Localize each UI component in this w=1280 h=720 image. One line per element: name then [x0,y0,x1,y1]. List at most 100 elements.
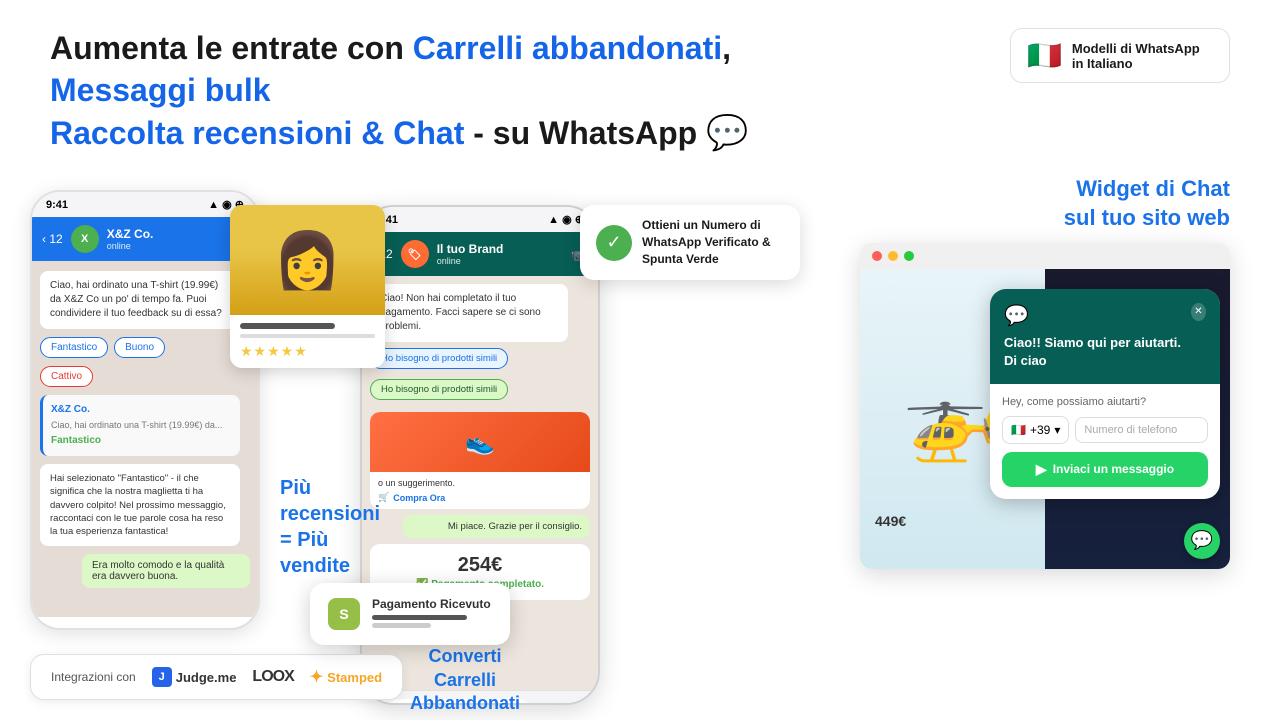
stamped-icon: ✦ [310,667,323,687]
dot-green[interactable] [904,251,914,261]
payment-info: Pagamento Ricevuto [372,597,491,631]
chat-popup-message: Ciao!! Siamo qui per aiutarti. Di ciao [1004,334,1191,370]
headline-text3: - su WhatsApp [464,115,706,151]
annotation-reviews: Più recensioni = Più vendite [280,475,380,579]
bar-light [372,623,431,628]
close-icon: ✕ [1194,306,1202,317]
prefix-number: +39 [1030,423,1050,437]
time-left: 9:41 [46,199,68,211]
chat-popup: 💬 Ciao!! Siamo qui per aiutarti. Di ciao… [990,289,1220,499]
phone-left: 9:41 ▲ ◉ ⊕ ‹ 12 X X&Z Co. online 📹 Ciao,… [30,190,260,630]
verified-check-icon: ✓ [596,225,632,261]
whatsapp-float-button[interactable]: 💬 [1184,523,1220,559]
bubble-rating: Fantastico [51,434,230,448]
center-response: Mi piace. Grazie per il consiglio. [448,521,582,532]
stars: ★★★★★ [240,343,375,360]
product-image: 👟 [370,412,590,472]
review-person: 👩 [230,205,385,315]
btn-fantastico[interactable]: Fantastico [40,337,108,358]
whatsapp-badge[interactable]: 🇮🇹 Modelli di WhatsApp in Italiano [1010,28,1230,83]
emoji-icon[interactable]: 😊 [536,704,553,706]
browser-bar [860,243,1230,269]
chat-bubble-left: Ciao, hai ordinato una T-shirt (19.99€) … [40,271,240,329]
chat-popup-left: 💬 Ciao!! Siamo qui per aiutarti. Di ciao [1004,303,1191,370]
integrations-label: Integrazioni con [51,670,136,684]
forwarded-bubble: X&Z Co. Ciao, hai ordinato una T-shirt (… [40,395,240,456]
dot-red[interactable] [872,251,882,261]
stamped-text: Stamped [327,670,382,685]
suggestion-btn1[interactable]: Ho bisogno di prodotti simili [370,348,508,369]
phone-row: 🇮🇹 +39 ▾ Numero di telefono [1002,416,1208,444]
chat-popup-body: Hey, come possiamo aiutarti? 🇮🇹 +39 ▾ Nu… [990,384,1220,499]
review-bar-1 [240,323,335,329]
main-content: 9:41 ▲ ◉ ⊕ ‹ 12 X X&Z Co. online 📹 Ciao,… [0,175,1280,705]
headline-blue1: Carrelli abbandonati [413,30,722,66]
check-icon: ✓ [606,232,621,253]
suggestion-btn2[interactable]: Ho bisogno di prodotti simili [370,379,508,400]
header-text-left: X&Z Co. online [107,227,154,251]
chat-body-left: Ciao, hai ordinato una T-shirt (19.99€) … [32,261,258,617]
integrations-bar: Integrazioni con J Judge.me LOOX ✦ Stamp… [30,654,403,700]
payment-card: S Pagamento Ricevuto [310,583,510,645]
status-left: online [107,241,154,251]
plus-icon[interactable]: + [372,704,380,705]
sent-text: Era molto comodo e la qualità era davver… [92,560,224,582]
send-button[interactable]: ▶ Inviaci un messaggio [1002,452,1208,487]
judgeme-icon: J [152,667,172,687]
response-bubble: Hai selezionato "Fantastico" - il che si… [40,464,240,546]
chat-buttons-left: Fantastico Buono [40,337,250,358]
verified-badge: ✓ Ottieni un Numero di WhatsApp Verifica… [580,205,800,279]
back-icon[interactable]: ‹ 12 [42,232,63,246]
buy-label: Compra Ora [393,493,445,503]
review-bar-2 [240,334,375,338]
close-button[interactable]: ✕ [1191,303,1206,321]
center-message: Ciao! Non hai completato il tuo pagament… [380,293,541,332]
flag-icon: 🇮🇹 [1027,39,1062,72]
header: Aumenta le entrate con Carrelli abbandon… [0,0,1280,165]
headline: Aumenta le entrate con Carrelli abbandon… [50,28,870,155]
shopify-icon: S [328,598,360,630]
phone-input[interactable]: Numero di telefono [1075,417,1208,443]
signal-center: ▲ ◉ ⊕ [548,213,584,226]
avatar-center: 🏷 [401,240,429,268]
payment-bars [372,615,491,628]
price-tag: 449€ [875,513,906,529]
btn-buono[interactable]: Buono [114,337,165,358]
left-phone-section: 9:41 ▲ ◉ ⊕ ‹ 12 X X&Z Co. online 📹 Ciao,… [30,175,260,630]
judgeme-text: Judge.me [176,670,237,685]
bubble-name: X&Z Co. [51,403,230,417]
brand-name-center: Il tuo Brand [437,242,504,256]
badge-text: Modelli di WhatsApp in Italiano [1072,41,1200,71]
center-chat-bubble1: Ciao! Non hai completato il tuo pagament… [370,284,568,342]
dot-yellow[interactable] [888,251,898,261]
chat-header-center: ‹ 12 🏷 Il tuo Brand online 📹 [362,232,598,276]
phone-placeholder: Numero di telefono [1084,424,1177,436]
send-icon: ▶ [1036,461,1047,478]
review-card-body: ★★★★★ [230,315,385,368]
btn-cattivo[interactable]: Cattivo [40,366,93,387]
send-label: Inviaci un messaggio [1053,462,1174,476]
review-card-image: 👩 [230,205,385,315]
avatar-left: X [71,225,99,253]
camera-icon[interactable]: 📷 [553,704,570,706]
chat-message-left: Ciao, hai ordinato una T-shirt (19.99€) … [50,280,222,319]
headline-comma: , [722,30,731,66]
review-card: 👩 ★★★★★ [230,205,385,368]
person-emoji: 👩 [273,233,341,288]
status-bar-center: 9:41 ▲ ◉ ⊕ [362,207,598,232]
buy-button[interactable]: 🛒 Compra Ora [378,492,582,503]
product-note: o un suggerimento. [378,478,582,488]
wa-float-icon: 💬 [1191,530,1213,551]
mic-icon[interactable]: 🎤 [571,704,588,706]
bar-dark [372,615,467,620]
chevron-down-icon: ▾ [1054,423,1060,437]
browser-content: 🚁 🎮 449€ 💬 Ciao!! Siamo qui per aiutarti… [860,269,1230,569]
headline-blue3: Raccolta recensioni & Chat [50,115,464,151]
response-text: Hai selezionato "Fantastico" - il che si… [50,473,226,537]
sent-bubble: Era molto comodo e la qualità era davver… [82,554,250,588]
phone-prefix[interactable]: 🇮🇹 +39 ▾ [1002,416,1069,444]
headline-blue2: Messaggi bulk [50,72,271,108]
center-suggestions: Ho bisogno di prodotti simili [370,348,590,373]
payment-title: Pagamento Ricevuto [372,597,491,611]
country-flag: 🇮🇹 [1011,423,1026,437]
